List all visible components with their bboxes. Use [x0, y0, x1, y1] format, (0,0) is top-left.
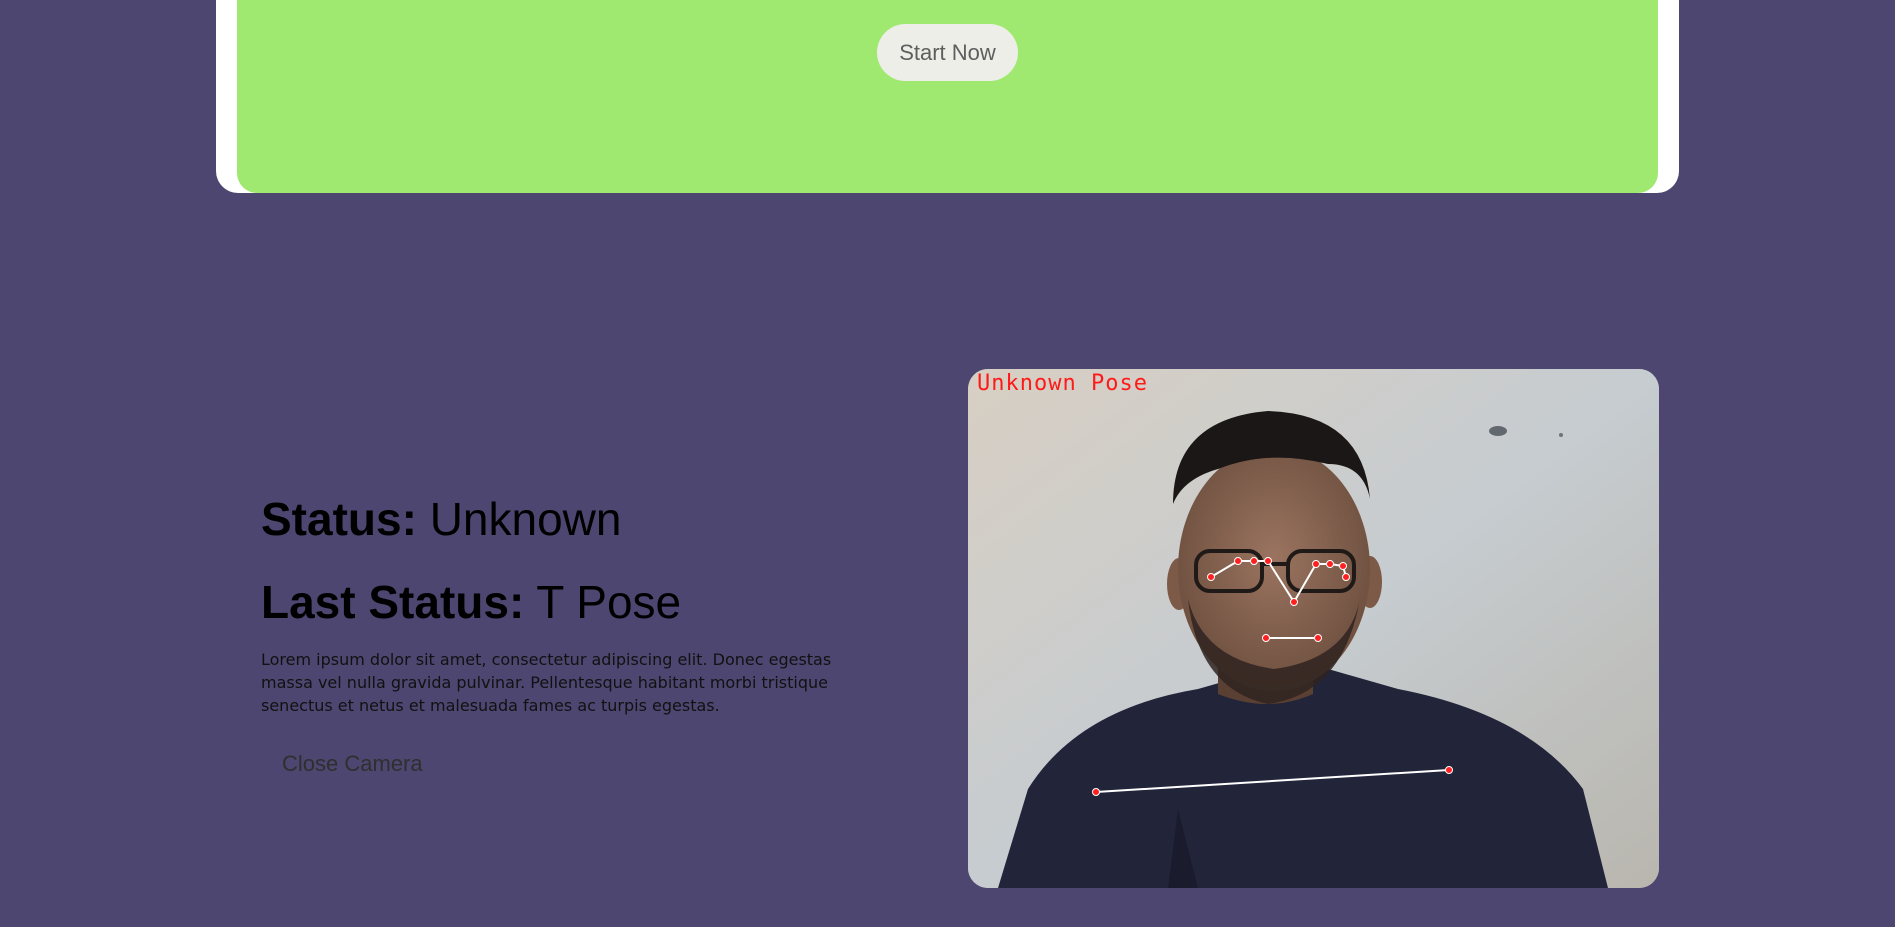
last-status-line: Last Status: T Pose [261, 579, 681, 625]
last-status-label: Last Status: [261, 576, 525, 628]
pose-overlay-label: Unknown Pose [977, 371, 1148, 396]
close-camera-button[interactable]: Close Camera [262, 745, 443, 783]
status-value: Unknown [429, 493, 622, 545]
last-status-value: T Pose [536, 576, 682, 628]
status-description: Lorem ipsum dolor sit amet, consectetur … [261, 650, 832, 715]
status-line: Status: Unknown [261, 496, 621, 542]
start-now-button[interactable]: Start Now [877, 24, 1018, 81]
camera-feed: Unknown Pose [968, 369, 1659, 888]
status-label: Status: [261, 493, 417, 545]
camera-frame-illustration [968, 369, 1659, 888]
